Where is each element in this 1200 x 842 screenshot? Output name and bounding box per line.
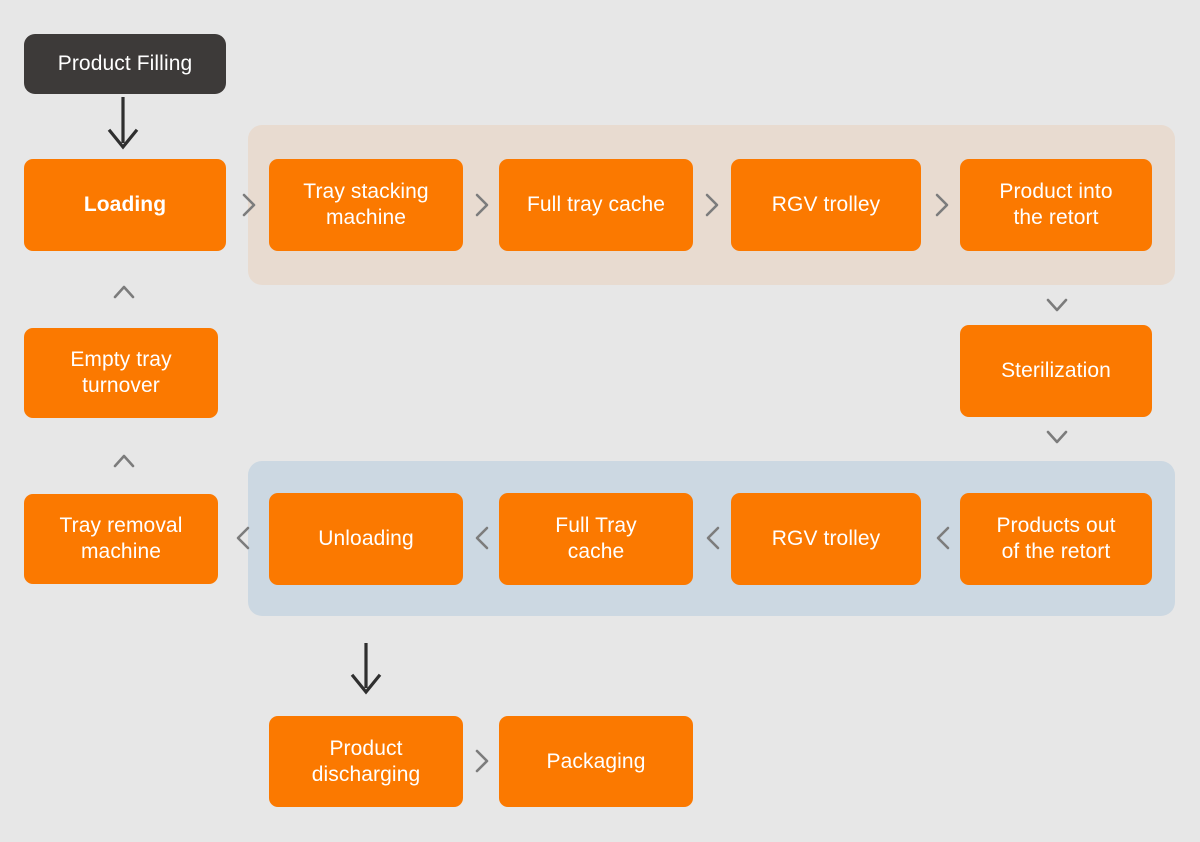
- node-products-out-retort-label: Products out of the retort: [996, 514, 1116, 563]
- node-full-tray-cache-top[interactable]: Full tray cache: [499, 159, 693, 251]
- node-rgv-trolley-top[interactable]: RGV trolley: [731, 159, 921, 251]
- node-product-into-retort-label: Product into the retort: [999, 180, 1113, 229]
- node-packaging[interactable]: Packaging: [499, 716, 693, 807]
- node-sterilization-label: Sterilization: [1001, 359, 1111, 383]
- chevron-left-icon-1: [471, 523, 493, 553]
- node-packaging-label: Packaging: [546, 749, 646, 773]
- flowchart-canvas: Product Filling Loading Empty tray turno…: [0, 0, 1200, 842]
- chevron-left-icon-2: [702, 523, 724, 553]
- chevron-down-icon-2: [1043, 424, 1071, 450]
- node-products-out-retort[interactable]: Products out of the retort: [960, 493, 1152, 585]
- node-unloading[interactable]: Unloading: [269, 493, 463, 585]
- chevron-right-icon-0: [238, 190, 260, 220]
- node-rgv-trolley-top-label: RGV trolley: [771, 193, 881, 217]
- arrow-down-icon-start: [103, 95, 143, 155]
- chevron-left-icon-3: [932, 523, 954, 553]
- node-unloading-label: Unloading: [318, 527, 414, 551]
- node-empty-tray-turnover[interactable]: Empty tray turnover: [24, 328, 218, 418]
- node-product-discharging[interactable]: Product discharging: [269, 716, 463, 807]
- arrow-down-icon-output: [346, 640, 386, 700]
- node-tray-stacking-machine[interactable]: Tray stacking machine: [269, 159, 463, 251]
- chevron-left-icon-0: [232, 523, 254, 553]
- node-product-discharging-label: Product discharging: [311, 736, 421, 786]
- node-tray-stacking-machine-label: Tray stacking machine: [303, 180, 429, 229]
- chevron-right-icon-3: [931, 190, 953, 220]
- node-loading[interactable]: Loading: [24, 159, 226, 251]
- chevron-down-icon-1: [1043, 292, 1071, 318]
- node-product-filling[interactable]: Product Filling: [24, 34, 226, 94]
- node-empty-tray-turnover-label: Empty tray turnover: [70, 348, 172, 397]
- chevron-right-icon-output: [471, 746, 493, 776]
- node-full-tray-cache-bottom-label: Full Tray cache: [555, 514, 637, 563]
- node-rgv-trolley-bottom[interactable]: RGV trolley: [731, 493, 921, 585]
- chevron-up-icon-1: [111, 278, 137, 306]
- node-sterilization[interactable]: Sterilization: [960, 325, 1152, 417]
- node-full-tray-cache-top-label: Full tray cache: [526, 193, 666, 217]
- node-tray-removal-machine-label: Tray removal machine: [59, 514, 183, 563]
- node-product-into-retort[interactable]: Product into the retort: [960, 159, 1152, 251]
- node-tray-removal-machine[interactable]: Tray removal machine: [24, 494, 218, 584]
- node-full-tray-cache-bottom[interactable]: Full Tray cache: [499, 493, 693, 585]
- node-loading-label: Loading: [83, 193, 167, 217]
- node-rgv-trolley-bottom-label: RGV trolley: [771, 527, 881, 551]
- chevron-right-icon-2: [701, 190, 723, 220]
- chevron-right-icon-1: [471, 190, 493, 220]
- chevron-up-icon-2: [111, 447, 137, 475]
